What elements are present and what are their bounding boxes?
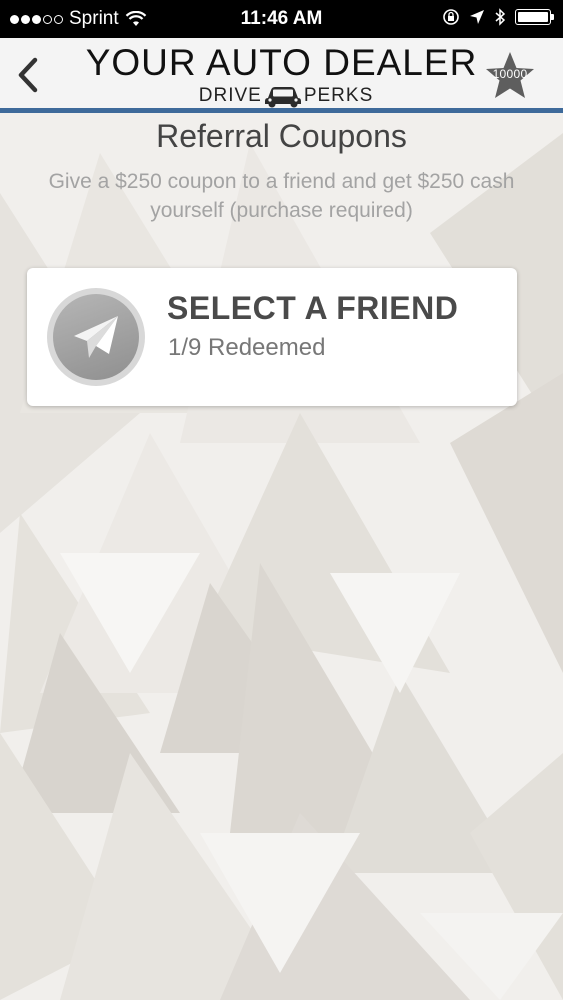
points-count: 10000 <box>492 67 528 81</box>
location-arrow-icon <box>470 10 484 24</box>
background-triangles <box>0 133 563 1000</box>
redeemed-count: 1/9 Redeemed <box>168 334 326 361</box>
select-friend-label: SELECT A FRIEND <box>167 290 459 326</box>
brand-drive-label: DRIVE <box>198 85 262 106</box>
brand-perks-label: PERKS <box>303 85 374 106</box>
rotation-lock-icon <box>443 9 459 25</box>
select-friend-card[interactable]: SELECT A FRIEND 1/9 Redeemed <box>27 268 517 406</box>
status-right <box>442 8 554 26</box>
brand-subtitle: DRIVE PERKS <box>188 84 384 108</box>
page-title: Referral Coupons <box>156 118 407 154</box>
bluetooth-icon <box>495 8 506 26</box>
paper-plane-icon <box>47 288 145 386</box>
status-bar: Sprint 11:46 AM <box>0 0 563 38</box>
battery-icon <box>515 9 554 25</box>
car-icon <box>264 87 301 108</box>
dealer-title: YOUR AUTO DEALER <box>85 42 478 83</box>
page-description: Give a $250 coupon to a friend and get $… <box>48 170 515 222</box>
